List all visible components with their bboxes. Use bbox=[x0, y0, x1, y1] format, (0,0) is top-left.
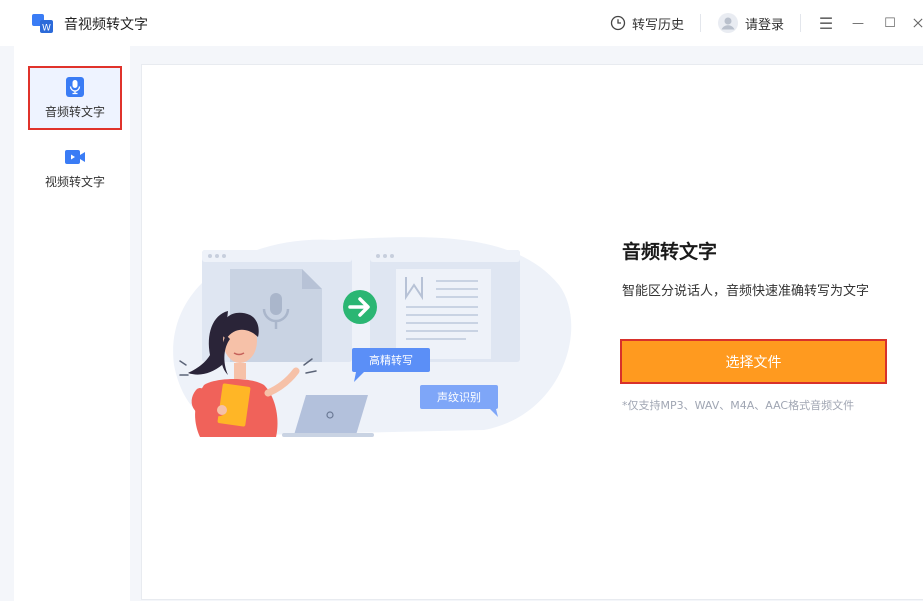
avatar-icon bbox=[717, 13, 738, 33]
login-label: 请登录 bbox=[744, 17, 784, 33]
sidebar-item-label: 音频转文字 bbox=[44, 104, 105, 119]
history-button[interactable]: 转写历史 bbox=[610, 14, 684, 33]
menu-button[interactable]: ☰ bbox=[817, 14, 835, 33]
divider bbox=[699, 14, 701, 32]
audio-transcription-illustration: 高精转写 声纹识别 bbox=[173, 237, 572, 437]
app-title: 音视频转文字 bbox=[64, 17, 148, 33]
select-file-button[interactable]: 选择文件 bbox=[620, 339, 887, 384]
close-button[interactable] bbox=[913, 14, 923, 32]
sidebar-item-audio-to-text[interactable]: 音频转文字 bbox=[28, 66, 122, 130]
bubble-voiceprint-text: 声纹识别 bbox=[437, 390, 481, 404]
sidebar-item-label: 视频转文字 bbox=[44, 174, 105, 189]
app-logo-icon: W bbox=[32, 14, 53, 34]
sidebar-item-video-to-text[interactable]: 视频转文字 bbox=[28, 136, 122, 200]
history-label: 转写历史 bbox=[631, 17, 684, 33]
feature-description: 智能区分说话人，音频快速准确转写为文字 bbox=[622, 284, 870, 299]
minimize-button[interactable]: — bbox=[849, 14, 867, 32]
title-bar: W 音视频转文字 转写历史 请登录 ☰ — ☐ bbox=[0, 0, 923, 46]
arrow-right-icon bbox=[343, 290, 377, 324]
svg-text:W: W bbox=[42, 24, 51, 34]
microphone-icon bbox=[66, 76, 84, 97]
main-panel: 高精转写 声纹识别 音频转文字 智能区分说话人，音频快速准确转写为文字 选择文件… bbox=[141, 64, 923, 600]
supported-formats-note: *仅支持MP3、WAV、M4A、AAC格式音频文件 bbox=[622, 399, 855, 412]
document-window bbox=[370, 250, 520, 362]
feature-title: 音频转文字 bbox=[622, 241, 718, 263]
close-icon bbox=[913, 18, 923, 28]
clock-icon bbox=[610, 15, 626, 31]
bubble-high-precision-text: 高精转写 bbox=[369, 353, 413, 367]
sidebar: 音频转文字 视频转文字 bbox=[14, 46, 130, 601]
window-edge bbox=[0, 46, 14, 601]
divider bbox=[800, 14, 801, 32]
maximize-button[interactable]: ☐ bbox=[881, 14, 899, 32]
titlebar-actions: 转写历史 请登录 ☰ — ☐ bbox=[610, 0, 923, 46]
login-button[interactable]: 请登录 bbox=[717, 12, 784, 34]
video-camera-icon bbox=[65, 149, 85, 164]
